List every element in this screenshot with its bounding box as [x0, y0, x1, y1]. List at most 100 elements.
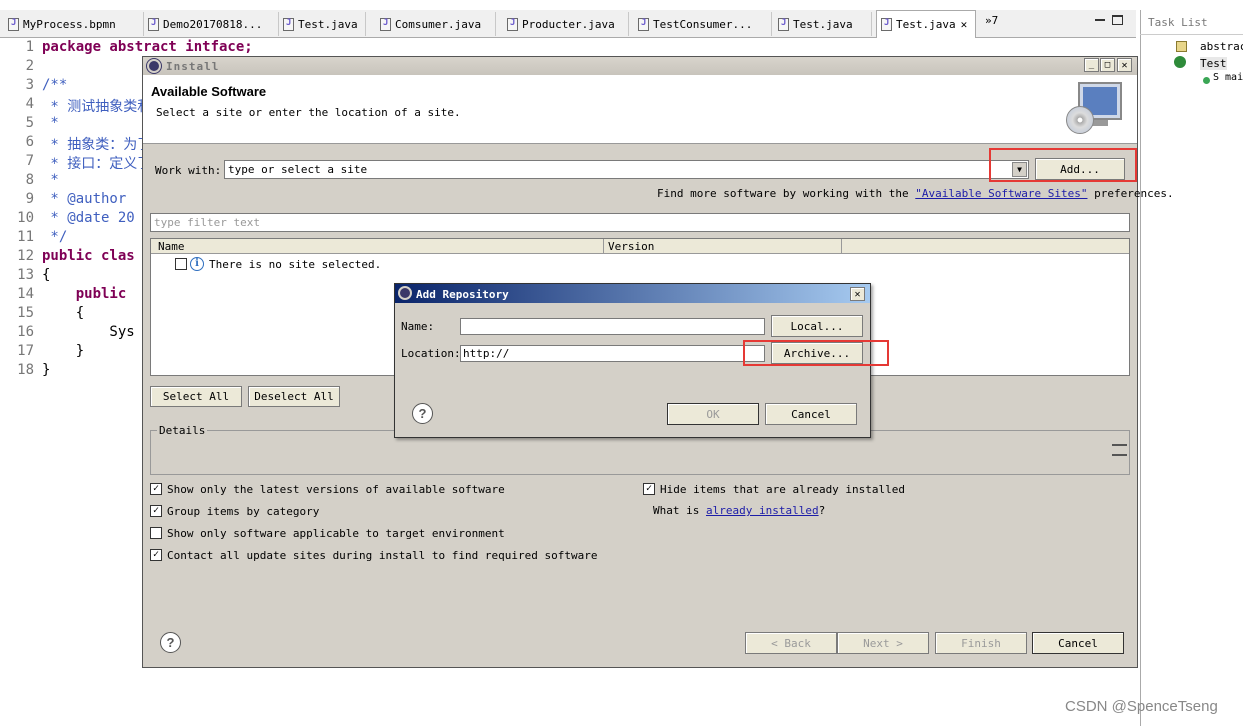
outline-method[interactable]: S mai	[1213, 72, 1243, 83]
code-line[interactable]: public	[42, 286, 127, 302]
code-line[interactable]: package abstract intface;	[42, 39, 253, 55]
task-list-panel	[1140, 10, 1243, 726]
back-button[interactable]: < Back	[745, 632, 837, 654]
code-line[interactable]: {	[42, 267, 50, 283]
code-line[interactable]: public clas	[42, 248, 135, 264]
details-toggle-icon[interactable]	[1112, 444, 1127, 456]
java-file-icon	[778, 17, 789, 31]
help-icon[interactable]: ?	[412, 403, 433, 424]
minimize-button[interactable]: _	[1084, 58, 1099, 72]
deselect-all-button[interactable]: Deselect All	[248, 386, 340, 407]
option-checkbox[interactable]	[150, 527, 162, 539]
hide-installed-label: Hide items that are already installed	[660, 483, 906, 496]
java-file-icon	[283, 17, 294, 31]
row-checkbox[interactable]	[175, 258, 187, 270]
finish-button[interactable]: Finish	[935, 632, 1027, 654]
package-icon	[1176, 41, 1187, 52]
code-line[interactable]: {	[42, 305, 84, 321]
code-line[interactable]: *	[42, 172, 58, 188]
line-number: 8	[25, 172, 34, 188]
next-button[interactable]: Next >	[837, 632, 929, 654]
eclipse-icon	[147, 59, 161, 73]
outline-package[interactable]: abstrac	[1200, 40, 1243, 53]
install-heading: Available Software	[151, 84, 267, 99]
details-label: Details	[157, 424, 208, 437]
ok-button[interactable]: OK	[667, 403, 759, 425]
task-list-title[interactable]: Task List	[1148, 16, 1208, 29]
line-number: 7	[25, 153, 34, 169]
code-line[interactable]: Sys	[42, 324, 134, 340]
code-line[interactable]: }	[42, 362, 50, 378]
tabs-overflow[interactable]: »7	[985, 14, 998, 27]
method-icon	[1203, 77, 1210, 84]
already-installed-link[interactable]: already installed	[706, 504, 819, 517]
more-prefix: Find more software by working with the	[657, 187, 909, 200]
tab-producter[interactable]: Producter.java	[503, 12, 629, 36]
divider	[1140, 34, 1243, 35]
more-suffix: preferences.	[1094, 187, 1174, 200]
work-with-value: type or select a site	[228, 163, 368, 176]
code-line[interactable]: }	[42, 343, 84, 359]
maximize-button[interactable]: □	[1100, 58, 1115, 72]
line-number: 18	[17, 362, 34, 378]
close-icon[interactable]: ✕	[961, 18, 968, 31]
code-line[interactable]: * @date 20	[42, 210, 134, 226]
more-software-text: Find more software by working with the "…	[657, 187, 1174, 200]
option-label: Show only software applicable to target …	[167, 527, 505, 540]
code-line[interactable]: * 测试抽象类和	[42, 96, 151, 116]
filter-input[interactable]: type filter text	[150, 213, 1130, 232]
maximize-icon[interactable]	[1112, 15, 1123, 25]
code-line[interactable]: */	[42, 229, 67, 245]
select-all-button[interactable]: Select All	[150, 386, 242, 407]
option-checkbox[interactable]: ✓	[150, 549, 162, 561]
option-label: Show only the latest versions of availab…	[167, 483, 505, 496]
line-number: 17	[17, 343, 34, 359]
tab-myprocess[interactable]: MyProcess.bpmn	[4, 12, 144, 36]
tab-demo[interactable]: Demo20170818...	[144, 12, 279, 36]
close-button[interactable]: ✕	[850, 287, 865, 301]
tab-label: Test.java	[298, 17, 358, 31]
tab-test-2[interactable]: Test.java	[774, 12, 872, 36]
hide-installed-checkbox[interactable]: ✓	[643, 483, 655, 495]
tab-test-active[interactable]: Test.java ✕	[876, 10, 976, 38]
outline-class[interactable]: Test	[1200, 57, 1227, 70]
code-line[interactable]: * 接口：定义了	[42, 153, 151, 173]
code-line[interactable]: *	[42, 115, 58, 131]
what-is-prefix: What is	[653, 504, 700, 517]
tab-label: Producter.java	[522, 17, 615, 31]
work-with-combo[interactable]: type or select a site ▼	[224, 160, 1029, 179]
option-label: Group items by category	[167, 505, 320, 518]
computer-cd-icon	[1066, 80, 1124, 136]
name-input[interactable]	[460, 318, 765, 335]
col-version[interactable]: Version	[608, 240, 654, 253]
option-checkbox[interactable]: ✓	[150, 505, 162, 517]
line-number: 5	[25, 115, 34, 131]
repo-cancel-button[interactable]: Cancel	[765, 403, 857, 425]
tab-testconsumer[interactable]: TestConsumer...	[634, 12, 772, 36]
available-sites-link[interactable]: "Available Software Sites"	[915, 187, 1087, 200]
highlight-archive	[743, 340, 889, 366]
tab-label: Test.java	[896, 18, 956, 31]
empty-row-text: There is no site selected.	[209, 258, 382, 271]
code-line[interactable]: * 抽象类：为了	[42, 134, 151, 154]
help-icon[interactable]: ?	[160, 632, 181, 653]
tab-label: Comsumer.java	[395, 17, 482, 31]
minimize-icon[interactable]	[1095, 19, 1105, 21]
option-checkbox[interactable]: ✓	[150, 483, 162, 495]
line-number: 4	[25, 96, 34, 112]
tab-comsumer[interactable]: Comsumer.java	[376, 12, 496, 36]
close-button[interactable]: ✕	[1117, 58, 1132, 72]
cancel-button[interactable]: Cancel	[1032, 632, 1124, 654]
col-name[interactable]: Name	[158, 240, 185, 253]
tab-test-1[interactable]: Test.java	[279, 12, 366, 36]
option-label: Contact all update sites during install …	[167, 549, 598, 562]
code-line[interactable]: * @author	[42, 191, 126, 207]
java-file-icon	[380, 17, 391, 31]
java-file-icon	[881, 18, 892, 31]
what-is-text: What is already installed?	[653, 504, 825, 517]
install-titlebar[interactable]	[143, 57, 1137, 75]
code-line[interactable]: /**	[42, 77, 67, 93]
local-button[interactable]: Local...	[771, 315, 863, 337]
location-input[interactable]: http://	[460, 345, 765, 362]
highlight-add	[989, 148, 1137, 182]
